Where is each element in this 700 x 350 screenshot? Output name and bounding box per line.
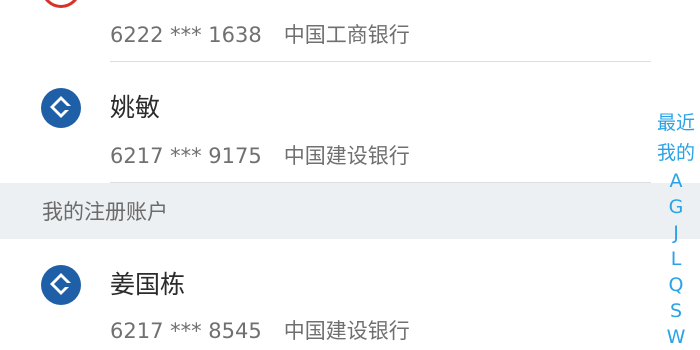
- account-number: 6217 *** 8545: [110, 319, 262, 343]
- account-info: 6217 *** 9175 中国建设银行: [110, 140, 410, 170]
- account-info: 6217 *** 8545 中国建设银行: [110, 315, 410, 345]
- account-holder-name: 姜国栋: [110, 270, 186, 299]
- ccb-logo-icon: [41, 265, 81, 305]
- account-number: 6217 *** 9175: [110, 144, 262, 168]
- account-row-jiangguodong[interactable]: 姜国栋 6217 *** 8545 中国建设银行: [0, 239, 700, 350]
- bank-name: 中国建设银行: [283, 319, 410, 343]
- index-item-recent[interactable]: 最近: [649, 108, 700, 138]
- bank-name: 中国工商银行: [283, 23, 410, 47]
- account-row-yaomin[interactable]: 姚敏 6217 *** 9175 中国建设银行: [0, 62, 700, 182]
- index-item-a[interactable]: A: [649, 168, 700, 194]
- account-number: 6222 *** 1638: [110, 23, 262, 47]
- ccb-logo-icon: [41, 88, 81, 128]
- account-holder-name: 姚敏: [110, 93, 161, 122]
- alphabet-index-bar[interactable]: 最近 我的 A G J L Q S W: [649, 108, 700, 350]
- account-row-icbc-1638[interactable]: 6222 *** 1638 中国工商银行: [0, 0, 700, 62]
- index-item-w[interactable]: W: [649, 324, 700, 350]
- index-item-l[interactable]: L: [649, 246, 700, 272]
- index-item-q[interactable]: Q: [649, 272, 700, 298]
- index-item-j[interactable]: J: [649, 220, 700, 246]
- bank-name: 中国建设银行: [283, 144, 410, 168]
- index-item-mine[interactable]: 我的: [649, 138, 700, 168]
- index-item-g[interactable]: G: [649, 194, 700, 220]
- section-header-registered: 我的注册账户: [0, 183, 700, 239]
- icbc-logo-icon: [41, 0, 81, 8]
- account-info: 6222 *** 1638 中国工商银行: [110, 19, 410, 49]
- index-item-s[interactable]: S: [649, 298, 700, 324]
- section-title: 我的注册账户: [42, 200, 168, 224]
